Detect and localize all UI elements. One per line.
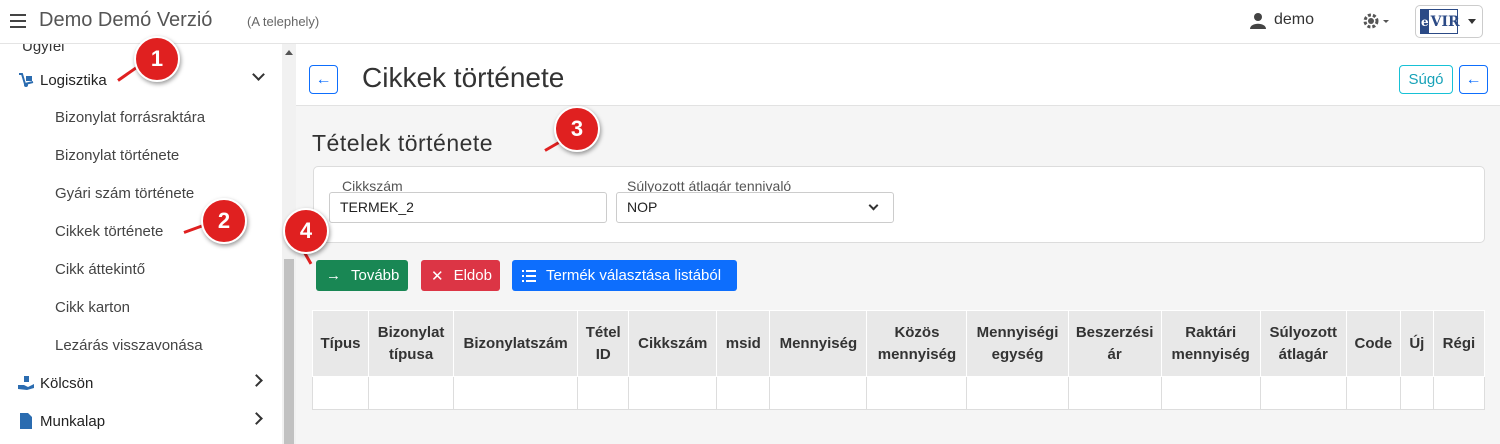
column-header[interactable]: Bizonylat típusa xyxy=(368,310,455,377)
item-number-input[interactable]: TERMEK_2 xyxy=(329,192,607,223)
table-cell xyxy=(311,376,370,410)
sidebar-subitem-lezaras-visszavonasa[interactable]: Lezárás visszavonása xyxy=(55,337,203,354)
column-header[interactable]: Beszerzési ár xyxy=(1067,310,1162,377)
arrow-left-icon: ← xyxy=(315,70,332,88)
back-button-right[interactable]: ← xyxy=(1459,65,1488,94)
column-header[interactable]: Raktári mennyiség xyxy=(1160,310,1261,377)
chevron-down-icon xyxy=(1468,19,1476,24)
table-cell xyxy=(866,376,968,410)
table-cell xyxy=(1160,376,1261,410)
user-name: demo xyxy=(1274,11,1315,28)
help-button[interactable]: Súgó xyxy=(1399,65,1453,94)
chevron-right-icon xyxy=(250,412,263,425)
annotation-badge-2: 2 xyxy=(201,198,247,244)
arrow-right-icon: → xyxy=(326,267,341,284)
table-cell xyxy=(716,376,771,410)
sidebar-item-kolcson[interactable]: Kölcsön xyxy=(0,364,282,402)
filter-card: Cikkszám TERMEK_2 Súlyozott átlagár tenn… xyxy=(313,166,1485,243)
sidebar-item-label: Munkalap xyxy=(40,412,106,430)
top-bar: Demo Demó Verzió (A telephely) demo e VI… xyxy=(0,0,1500,44)
dolly-icon xyxy=(18,72,34,88)
sidebar-item-label: Logisztika xyxy=(40,71,107,89)
sidebar-subitem-cikk-attekinto[interactable]: Cikk áttekintő xyxy=(55,261,145,278)
column-header[interactable]: msid xyxy=(716,310,771,377)
table-cell xyxy=(628,376,718,410)
app-title: Demo Demó Verzió xyxy=(39,9,213,31)
chevron-down-icon xyxy=(868,200,879,211)
column-header[interactable]: Régi xyxy=(1432,310,1486,377)
module-switcher[interactable]: e VIR xyxy=(1415,5,1483,38)
chevron-down-icon xyxy=(252,68,265,81)
column-header[interactable]: Mennyiségi egység xyxy=(966,310,1069,377)
table-cell xyxy=(1259,376,1347,410)
arrow-left-icon: ← xyxy=(1465,70,1482,88)
file-icon xyxy=(18,413,34,429)
annotation-badge-3: 3 xyxy=(554,106,600,152)
sidebar: Ügyfél Logisztika Bizonylat forrásraktár… xyxy=(0,44,282,444)
sidebar-subitem-bizonylat-forrasraktara[interactable]: Bizonylat forrásraktára xyxy=(55,109,205,126)
annotation-badge-1: 1 xyxy=(134,36,180,82)
column-header[interactable]: Új xyxy=(1399,310,1434,377)
table-cell xyxy=(1345,376,1401,410)
close-icon: ✕ xyxy=(431,267,444,285)
discard-button[interactable]: ✕ Eldob xyxy=(421,260,500,291)
column-header[interactable]: Tétel ID xyxy=(577,310,630,377)
column-header[interactable]: Mennyiség xyxy=(769,310,868,377)
sidebar-item-partial[interactable]: Ügyfél xyxy=(22,44,65,55)
site-label: (A telephely) xyxy=(247,14,320,29)
table-header-row: Típus Bizonylat típusa Bizonylatszám Tét… xyxy=(311,310,1486,377)
sidebar-item-label: Kölcsön xyxy=(40,374,94,392)
table-row xyxy=(311,376,1486,410)
list-icon xyxy=(522,269,536,282)
table-cell xyxy=(453,376,579,410)
user-menu[interactable]: demo xyxy=(1250,11,1314,29)
column-header[interactable]: Súlyozott átlagár xyxy=(1259,310,1347,377)
annotation-badge-4: 4 xyxy=(283,208,329,254)
column-header[interactable]: Code xyxy=(1345,310,1401,377)
sidebar-subitem-cikkek-tortenete[interactable]: Cikkek története xyxy=(55,223,163,240)
column-header[interactable]: Bizonylatszám xyxy=(453,310,579,377)
scrollbar-thumb[interactable] xyxy=(284,259,294,444)
menu-icon[interactable] xyxy=(10,14,26,28)
history-table: Típus Bizonylat típusa Bizonylatszám Tét… xyxy=(311,310,1486,410)
table-cell xyxy=(1432,376,1486,410)
main-content: ← Cikkek története Súgó ← Tételek történ… xyxy=(296,44,1500,444)
column-header[interactable]: Közös mennyiség xyxy=(866,310,968,377)
column-header[interactable]: Típus xyxy=(311,310,370,377)
section-title: Tételek története xyxy=(312,130,494,156)
choose-product-button[interactable]: Termék választása listából xyxy=(512,260,737,291)
scroll-up-arrow[interactable] xyxy=(285,50,293,55)
back-button[interactable]: ← xyxy=(309,65,338,94)
settings-menu[interactable] xyxy=(1362,12,1390,35)
gear-icon xyxy=(1363,13,1389,29)
table-cell xyxy=(966,376,1069,410)
sidebar-subitem-bizonylat-tortenete[interactable]: Bizonylat története xyxy=(55,147,179,164)
weighted-avg-select[interactable]: NOP xyxy=(616,192,894,223)
table-cell xyxy=(1399,376,1434,410)
table-cell xyxy=(769,376,868,410)
user-icon xyxy=(1250,12,1266,29)
hand-icon xyxy=(18,375,34,391)
page-title: Cikkek története xyxy=(362,62,565,93)
chevron-right-icon xyxy=(250,374,263,387)
table-cell xyxy=(368,376,455,410)
sidebar-subitem-cikk-karton[interactable]: Cikk karton xyxy=(55,299,130,316)
page-header: ← Cikkek története Súgó ← xyxy=(296,44,1500,106)
table-cell xyxy=(1067,376,1162,410)
column-header[interactable]: Cikkszám xyxy=(628,310,718,377)
evir-logo: e VIR xyxy=(1420,9,1460,34)
sidebar-subitem-gyari-szam-tortenete[interactable]: Gyári szám története xyxy=(55,185,194,202)
table-cell xyxy=(577,376,630,410)
next-button[interactable]: → Tovább xyxy=(316,260,408,291)
sidebar-item-munkalap[interactable]: Munkalap xyxy=(0,402,282,440)
